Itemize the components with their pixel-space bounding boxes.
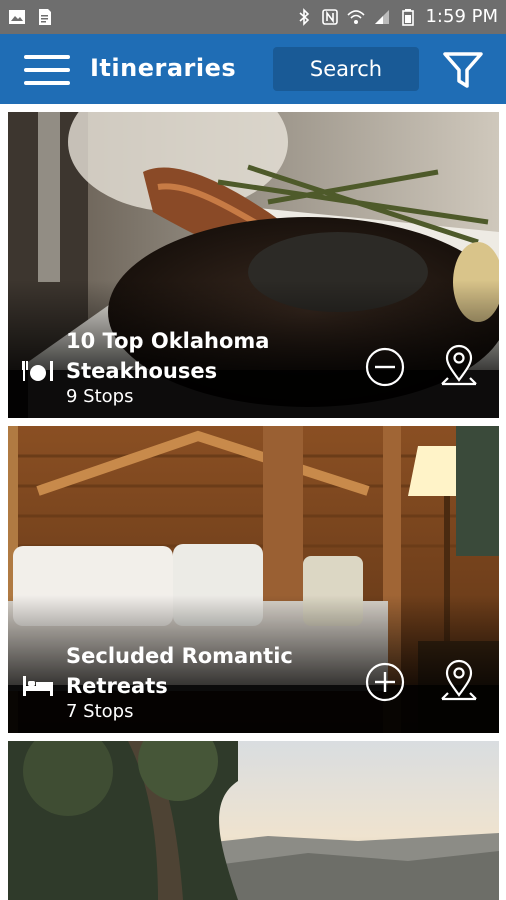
- document-notification-icon: [36, 8, 54, 26]
- itinerary-title-line1: 10 Top Oklahoma: [66, 329, 270, 353]
- map-location-button[interactable]: [438, 659, 480, 701]
- stops-count: 9 Stops: [66, 386, 134, 407]
- landscape-photo: [8, 741, 499, 900]
- status-bar: 1:59 PM: [0, 0, 506, 34]
- search-button-label: Search: [309, 57, 383, 81]
- map-location-button[interactable]: [438, 344, 480, 386]
- wifi-icon: [347, 8, 366, 26]
- search-button[interactable]: Search: [273, 47, 419, 91]
- itinerary-title: Secluded Romantic Retreats: [66, 641, 306, 701]
- app-bar: Itineraries Search: [0, 34, 506, 104]
- bluetooth-icon: [295, 7, 313, 26]
- itinerary-card[interactable]: [8, 741, 499, 900]
- menu-button[interactable]: [22, 50, 72, 90]
- add-itinerary-button[interactable]: [364, 661, 406, 703]
- filter-button[interactable]: [441, 50, 485, 90]
- hamburger-menu-icon: [24, 55, 70, 85]
- image-notification-icon: [8, 8, 26, 26]
- battery-icon: [399, 8, 417, 26]
- itinerary-card[interactable]: 10 Top Oklahoma Steakhouses 9 Stops: [8, 112, 499, 418]
- itinerary-title: 10 Top Oklahoma Steakhouses: [66, 326, 306, 386]
- status-time: 1:59 PM: [425, 6, 498, 27]
- remove-itinerary-button[interactable]: [364, 346, 406, 388]
- page-title: Itineraries: [90, 54, 237, 82]
- map-pin-icon: [441, 659, 477, 701]
- system-status: 1:59 PM: [295, 6, 498, 27]
- filter-funnel-icon: [443, 52, 483, 88]
- itinerary-title-line2: Retreats: [66, 674, 168, 698]
- dining-icon: [22, 358, 54, 384]
- remove-circle-icon: [365, 347, 405, 387]
- map-pin-icon: [441, 344, 477, 386]
- lodging-bed-icon: [22, 672, 54, 698]
- notification-icons: [8, 8, 54, 26]
- add-circle-icon: [365, 662, 405, 702]
- nfc-icon: [321, 8, 339, 26]
- itinerary-title-line1: Secluded Romantic: [66, 644, 293, 668]
- signal-icon: [373, 8, 391, 26]
- itinerary-title-line2: Steakhouses: [66, 359, 218, 383]
- itinerary-card[interactable]: Secluded Romantic Retreats 7 Stops: [8, 426, 499, 733]
- stops-count: 7 Stops: [66, 701, 134, 722]
